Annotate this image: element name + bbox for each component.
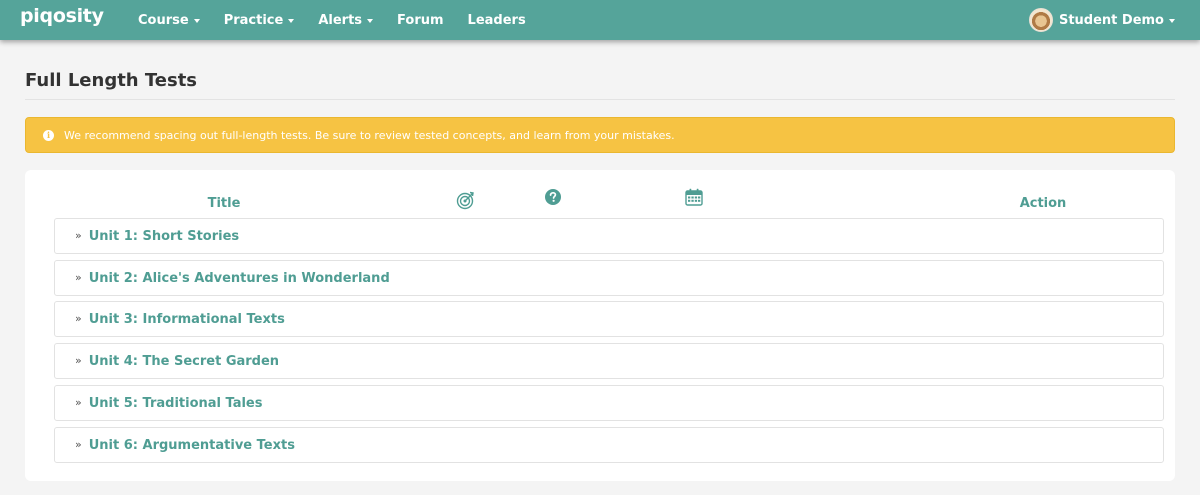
- nav-item-label: Practice: [223, 12, 284, 28]
- unit-title: Unit 6: Argumentative Texts: [88, 437, 295, 453]
- caret-down-icon: [288, 18, 295, 23]
- user-menu[interactable]: Student Demo: [1028, 0, 1175, 40]
- question-circle-icon: [545, 189, 561, 205]
- double-chevron-right-icon: »: [75, 312, 82, 325]
- double-chevron-right-icon: »: [75, 396, 82, 409]
- column-header-title: Title: [207, 196, 241, 211]
- calendar-icon: [685, 188, 703, 206]
- double-chevron-right-icon: »: [75, 354, 82, 367]
- double-chevron-right-icon: »: [75, 271, 82, 284]
- alert-text: We recommend spacing out full-length tes…: [64, 128, 675, 142]
- double-chevron-right-icon: »: [75, 229, 82, 242]
- column-header-action: Action: [1019, 196, 1067, 211]
- nav-item-label: Leaders: [467, 12, 526, 28]
- caret-down-icon: [1169, 18, 1175, 23]
- unit-title: Unit 3: Informational Texts: [88, 311, 285, 327]
- unit-row-2[interactable]: » Unit 2: Alice's Adventures in Wonderla…: [54, 260, 1164, 296]
- info-circle-icon: i: [43, 129, 54, 141]
- unit-row-1[interactable]: » Unit 1: Short Stories: [54, 218, 1164, 254]
- nav-item-forum[interactable]: Forum: [397, 13, 444, 28]
- brand-logo[interactable]: piqosity: [20, 5, 104, 27]
- unit-title: Unit 4: The Secret Garden: [88, 353, 280, 369]
- caret-down-icon: [367, 18, 374, 23]
- user-name: Student Demo: [1058, 12, 1164, 28]
- nav-item-label: Forum: [397, 12, 444, 28]
- page-title: Full Length Tests: [25, 70, 198, 91]
- top-navbar: piqosity Course Practice Alerts Forum Le…: [0, 0, 1200, 40]
- double-chevron-right-icon: »: [75, 438, 82, 451]
- target-icon: [456, 191, 474, 210]
- avatar: [1028, 8, 1053, 32]
- nav-item-leaders[interactable]: Leaders: [468, 13, 526, 28]
- unit-row-3[interactable]: » Unit 3: Informational Texts: [54, 301, 1164, 337]
- unit-row-6[interactable]: » Unit 6: Argumentative Texts: [54, 427, 1164, 463]
- nav-item-practice[interactable]: Practice: [224, 13, 295, 28]
- nav-menu: Course Practice Alerts Forum Leaders: [126, 0, 538, 40]
- unit-title: Unit 1: Short Stories: [88, 228, 240, 244]
- recommendation-alert: i We recommend spacing out full-length t…: [25, 117, 1175, 153]
- nav-item-course[interactable]: Course: [138, 13, 200, 28]
- unit-title: Unit 2: Alice's Adventures in Wonderland: [88, 270, 390, 286]
- title-divider: [25, 99, 1175, 100]
- unit-title: Unit 5: Traditional Tales: [88, 395, 263, 411]
- unit-row-4[interactable]: » Unit 4: The Secret Garden: [54, 343, 1164, 379]
- nav-item-label: Course: [138, 12, 189, 28]
- nav-item-label: Alerts: [318, 12, 363, 28]
- unit-row-5[interactable]: » Unit 5: Traditional Tales: [54, 385, 1164, 421]
- caret-down-icon: [193, 18, 200, 23]
- nav-item-alerts[interactable]: Alerts: [318, 12, 374, 28]
